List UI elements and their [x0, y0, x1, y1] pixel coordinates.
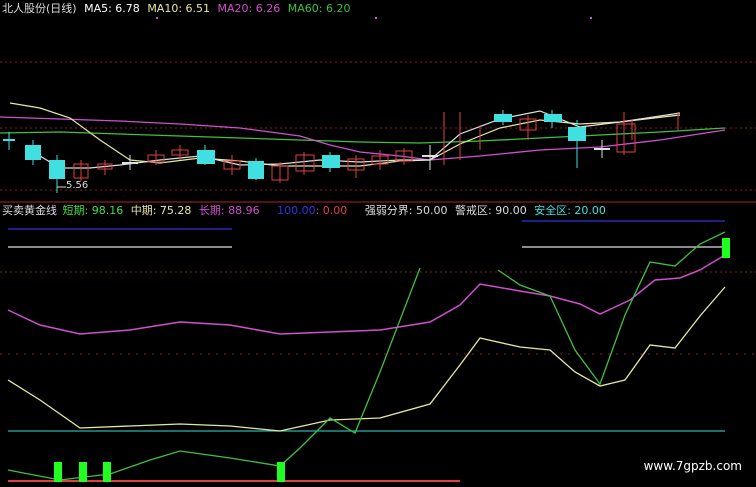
long-term-line [7, 254, 726, 335]
chart-canvas [0, 17, 756, 482]
mid-term-line [7, 286, 726, 432]
short-term-line [7, 267, 421, 481]
top-ticks [156, 17, 592, 19]
ma20-line [0, 116, 726, 161]
watermark: www.7gpzb.com [643, 459, 742, 473]
ma60-line [0, 127, 726, 144]
indicator-reference-lines [0, 220, 756, 482]
signal-bars [54, 238, 730, 482]
price-grid [0, 61, 756, 191]
candlesticks [3, 110, 679, 193]
low-price-label: 5.56 [66, 180, 89, 191]
